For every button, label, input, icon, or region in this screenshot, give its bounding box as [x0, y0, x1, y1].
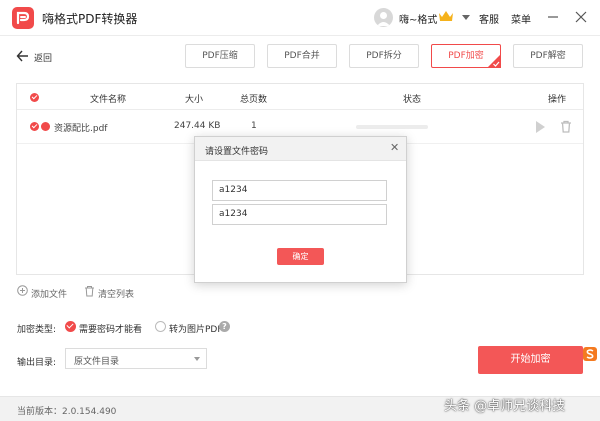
play-icon[interactable] — [536, 121, 545, 133]
header-status: 状态 — [403, 95, 422, 105]
pdf-file-icon — [41, 122, 50, 131]
table-header: 文件名称 大小 总页数 状态 操作 — [17, 84, 583, 110]
tab-pdf-encrypt[interactable]: PDF加密 — [431, 44, 501, 68]
output-dir-value: 原文件目录 — [74, 357, 120, 367]
user-dropdown-caret-icon[interactable] — [462, 15, 470, 20]
clear-list-icon[interactable] — [84, 285, 95, 297]
dialog-title: 请设置文件密码 — [205, 147, 269, 157]
header-pages: 总页数 — [240, 95, 268, 105]
tab-pdf-merge[interactable]: PDF合并 — [267, 44, 337, 68]
output-dir-select[interactable]: 原文件目录 — [65, 348, 207, 369]
tab-pdf-split[interactable]: PDF拆分 — [349, 44, 419, 68]
minimize-icon[interactable] — [544, 8, 562, 26]
back-arrow-icon[interactable] — [16, 48, 30, 64]
user-avatar[interactable] — [374, 8, 393, 27]
add-file-button[interactable]: 添加文件 — [31, 287, 67, 300]
dialog-header: 请设置文件密码 ✕ — [195, 137, 406, 161]
option-convert-image-label[interactable]: 转为图片PDF — [169, 322, 223, 335]
output-dir-label: 输出目录: — [17, 358, 57, 368]
header-file-name: 文件名称 — [90, 95, 127, 105]
app-title: 嗨格式PDF转换器 — [42, 12, 138, 26]
user-name[interactable]: 嗨~格式 — [399, 11, 437, 26]
confirm-password-input[interactable]: a1234 — [212, 204, 387, 225]
radio-password-required[interactable] — [65, 321, 76, 332]
password-dialog: 请设置文件密码 ✕ a1234 a1234 确定 — [194, 136, 407, 283]
password-input[interactable]: a1234 — [212, 180, 387, 201]
row-pages: 1 — [251, 121, 257, 131]
encryption-type-label: 加密类型: — [17, 325, 57, 335]
header-size: 大小 — [185, 95, 204, 105]
tab-pdf-compress[interactable]: PDF压缩 — [185, 44, 255, 68]
selected-check-icon — [487, 54, 501, 68]
menu-link[interactable]: 菜单 — [511, 11, 531, 26]
row-file-name: 资源配比.pdf — [54, 124, 108, 134]
input-method-icon — [583, 347, 597, 361]
chevron-down-icon — [194, 357, 200, 361]
select-all-checkbox[interactable] — [30, 93, 39, 102]
tab-pdf-encrypt-label: PDF加密 — [448, 51, 484, 61]
row-progress-bar — [356, 125, 428, 129]
customer-service-link[interactable]: 客服 — [479, 11, 499, 26]
add-file-icon[interactable] — [17, 285, 28, 296]
close-icon[interactable] — [572, 8, 590, 26]
dialog-ok-button[interactable]: 确定 — [277, 248, 324, 265]
header-actions: 操作 — [548, 95, 567, 105]
app-logo-icon — [12, 7, 34, 29]
row-size: 247.44 KB — [174, 121, 221, 131]
trash-icon[interactable] — [560, 120, 572, 133]
back-button[interactable]: 返回 — [34, 51, 52, 64]
option-password-required-label[interactable]: 需要密码才能看 — [79, 322, 142, 335]
title-bar: 嗨格式PDF转换器 嗨~格式 客服 菜单 — [0, 0, 600, 36]
radio-convert-image[interactable] — [155, 321, 166, 332]
help-icon[interactable]: ? — [219, 321, 230, 332]
row-checkbox[interactable] — [30, 122, 39, 131]
dialog-close-icon[interactable]: ✕ — [390, 141, 399, 154]
clear-list-button[interactable]: 清空列表 — [98, 287, 134, 300]
vip-crown-icon — [439, 11, 453, 21]
start-encrypt-button[interactable]: 开始加密 — [478, 346, 583, 374]
version-text: 当前版本：2.0.154.490 — [17, 407, 117, 417]
tab-pdf-decrypt[interactable]: PDF解密 — [513, 44, 583, 68]
watermark-text: 头条 @卓师兄谈科技 — [444, 399, 566, 414]
